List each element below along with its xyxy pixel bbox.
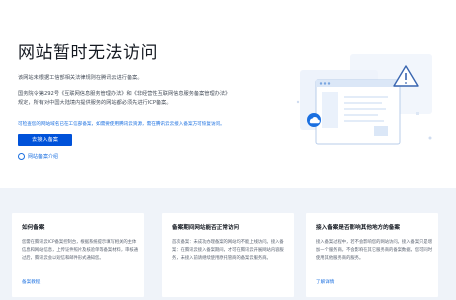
circle-icon xyxy=(18,153,25,160)
faq-card-other-filings: 接入备案是否影响其他地方的备案 接入备案过程中，若不会影响您的网站访问。接入备案… xyxy=(306,213,438,297)
card-title: 备案期间网站能否正常访问 xyxy=(172,225,240,231)
card-body: 接入备案过程中，若不会影响您的网站访问。接入备案只是增加一个服务商，不会影响在其… xyxy=(316,240,433,262)
hero-section: 网站暂时无法访问 该网站未根据工信部相关法律规则在腾讯云进行备案。 国务院令第2… xyxy=(0,0,456,188)
card-title: 如何备案 xyxy=(22,225,45,231)
card-body: 您需在腾讯云ICP备案控制台，根据系统提示填写相关的主体信息和网站信息，上传证件… xyxy=(22,240,139,262)
card-title: 接入备案是否影响其他地方的备案 xyxy=(316,225,400,231)
notice-line-1: 该网站未根据工信部相关法律规则在腾讯云进行备案。 xyxy=(18,75,143,81)
notice-line-2: 国务院令第292号《互联网信息服务管理办法》和《非经营性互联网信息服务备案管理办… xyxy=(18,91,231,97)
filing-tutorial-link[interactable]: 备案教程 xyxy=(22,279,40,285)
page-title: 网站暂时无法访问 xyxy=(18,43,158,63)
filing-hint: 可检查您的网站域名已在工信部备案，如需要使用腾讯云资源，需在腾讯云云接入备案方可… xyxy=(18,122,225,127)
faq-card-how-to-file: 如何备案 您需在腾讯云ICP备案控制台，根据系统提示填写相关的主体信息和网站信息… xyxy=(12,213,144,297)
filing-button[interactable]: 去接入备案 xyxy=(18,134,72,146)
notice-line-3: 规定，所有对中国大陆境内提供服务的网站都必须先进行ICP备案。 xyxy=(18,100,172,106)
card-body: 首次备案：未成功办理备案的网站均不能上线访问。接入备案：在腾讯云接入备案期间，才… xyxy=(172,240,284,262)
learn-more-link[interactable]: 了解详情 xyxy=(316,279,334,285)
warning-illustration xyxy=(296,54,432,145)
filing-intro-label: 网站备案介绍 xyxy=(28,154,59,160)
filing-intro-link[interactable]: 网站备案介绍 xyxy=(18,153,58,160)
faq-card-access-during-filing: 备案期间网站能否正常访问 首次备案：未成功办理备案的网站均不能上线访问。接入备案… xyxy=(162,213,294,297)
